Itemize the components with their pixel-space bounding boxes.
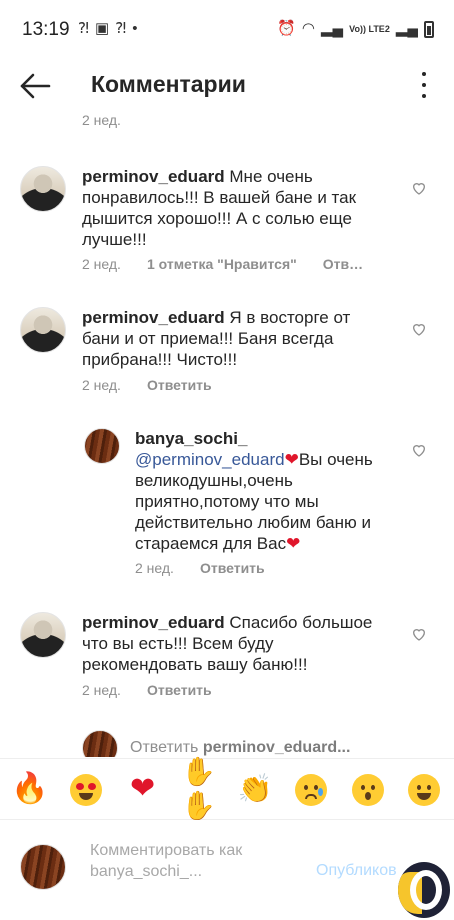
comment-text: perminov_eduard Я в восторге от бани и о…: [82, 307, 372, 370]
reply-button[interactable]: Ответить: [147, 682, 212, 698]
status-bar: 13:19 ⁈ ▣ ⁈ • ⏰ ◠ ▂▄ Vo)) LTE2 ▂▄: [0, 0, 454, 58]
red-heart-emoji-button[interactable]: ❤: [123, 772, 163, 806]
notification-icon: ⁈: [78, 20, 89, 37]
comment-input[interactable]: Комментировать как banya_sochi_...: [90, 840, 280, 882]
heart-emoji-icon: ❤: [286, 534, 301, 553]
battery-icon: [424, 20, 434, 38]
comment-meta: 2 нед. 1 отметка "Нравится" Отв…: [82, 256, 363, 272]
notification-icon: ⁈: [115, 20, 127, 37]
comment-username[interactable]: perminov_eduard: [82, 308, 225, 327]
crying-emoji-button[interactable]: [291, 772, 331, 807]
comment-username[interactable]: perminov_eduard: [82, 167, 225, 186]
dot-icon: •: [132, 20, 138, 37]
storage-icon: ▣: [95, 20, 110, 37]
reply-button[interactable]: Ответить: [147, 377, 212, 393]
status-left-icons: ⁈ ▣ ⁈ •: [78, 19, 137, 39]
fire-emoji-button[interactable]: 🔥: [10, 772, 50, 806]
comment-time: 2 нед.: [82, 682, 121, 698]
comment-composer: Комментировать как banya_sochi_... Опубл…: [0, 820, 454, 920]
avatar[interactable]: [20, 307, 66, 353]
wifi-icon: ◠: [301, 20, 315, 37]
tears-of-joy-icon: [407, 774, 440, 807]
heart-emoji-icon: ❤: [284, 450, 299, 469]
back-button[interactable]: [16, 66, 56, 106]
comment-text: perminov_eduard Спасибо большое что вы е…: [82, 612, 382, 675]
surprised-emoji-button[interactable]: [348, 772, 388, 807]
app-header: Комментарии: [0, 58, 454, 114]
comment-meta: 2 нед. Ответить: [135, 560, 265, 576]
signal-icon: ▂▄: [320, 20, 344, 37]
comment-time: 2 нед.: [82, 256, 121, 272]
reply-input-row[interactable]: Ответить perminov_eduard...: [0, 730, 454, 757]
reply-username: perminov_eduard...: [202, 739, 351, 756]
status-time: 13:19: [22, 19, 70, 40]
more-vertical-icon: [422, 72, 426, 76]
page-title: Комментарии: [91, 71, 246, 97]
app-logo-icon: [398, 862, 450, 918]
reply-button[interactable]: Ответить: [200, 560, 265, 576]
reply-prefix: Ответить: [130, 739, 199, 756]
clapping-hands-emoji-button[interactable]: 👏: [235, 772, 275, 806]
comments-list[interactable]: 2 нед. perminov_eduard Мне очень понрави…: [0, 112, 454, 757]
comment-text: banya_sochi_ @perminov_eduard❤Вы очень в…: [135, 428, 395, 554]
comment-time: 2 нед.: [82, 377, 121, 393]
heart-eyes-icon: [70, 774, 103, 807]
raised-hands-emoji-button[interactable]: ✋✋: [179, 755, 219, 823]
surprised-face-icon: [351, 774, 384, 807]
emoji-bar: 🔥 ❤ ✋✋ 👏: [0, 755, 454, 823]
avatar: [82, 730, 118, 757]
reply-button[interactable]: Отв…: [323, 256, 363, 272]
reply-input[interactable]: Ответить perminov_eduard...: [130, 739, 350, 757]
raised-hands-icon: ✋✋: [181, 756, 217, 821]
alarm-icon: ⏰: [277, 20, 296, 37]
avatar: [20, 844, 66, 890]
more-options-button[interactable]: [420, 72, 428, 98]
crying-face-icon: [295, 774, 328, 807]
likes-count[interactable]: 1 отметка "Нравится": [147, 256, 297, 272]
avatar[interactable]: [84, 428, 120, 464]
heart-icon[interactable]: [411, 180, 427, 196]
avatar[interactable]: [20, 166, 66, 212]
heart-eyes-emoji-button[interactable]: [66, 772, 106, 807]
heart-icon[interactable]: [411, 442, 427, 458]
lte-label: Vo)) LTE2: [349, 23, 390, 34]
comment-text: perminov_eduard Мне очень понравилось!!!…: [82, 166, 382, 250]
heart-icon[interactable]: [411, 321, 427, 337]
comment-meta: 2 нед. Ответить: [82, 377, 212, 393]
comment-username[interactable]: banya_sochi_: [135, 429, 247, 448]
mention-link[interactable]: @perminov_eduard: [135, 450, 285, 469]
previous-comment-time: 2 нед.: [82, 112, 121, 128]
comment-username[interactable]: perminov_eduard: [82, 613, 225, 632]
heart-icon[interactable]: [411, 626, 427, 642]
clapping-hands-icon: 👏: [237, 773, 273, 804]
status-right-icons: ⏰ ◠ ▂▄ Vo)) LTE2 ▂▄: [277, 19, 434, 39]
arrow-left-icon: [20, 73, 51, 99]
avatar[interactable]: [20, 612, 66, 658]
tears-of-joy-emoji-button[interactable]: [404, 772, 444, 807]
comment-meta: 2 нед. Ответить: [82, 682, 212, 698]
signal-icon: ▂▄: [395, 20, 418, 37]
publish-button[interactable]: Опубликов: [316, 862, 397, 880]
comment-time: 2 нед.: [135, 560, 174, 576]
